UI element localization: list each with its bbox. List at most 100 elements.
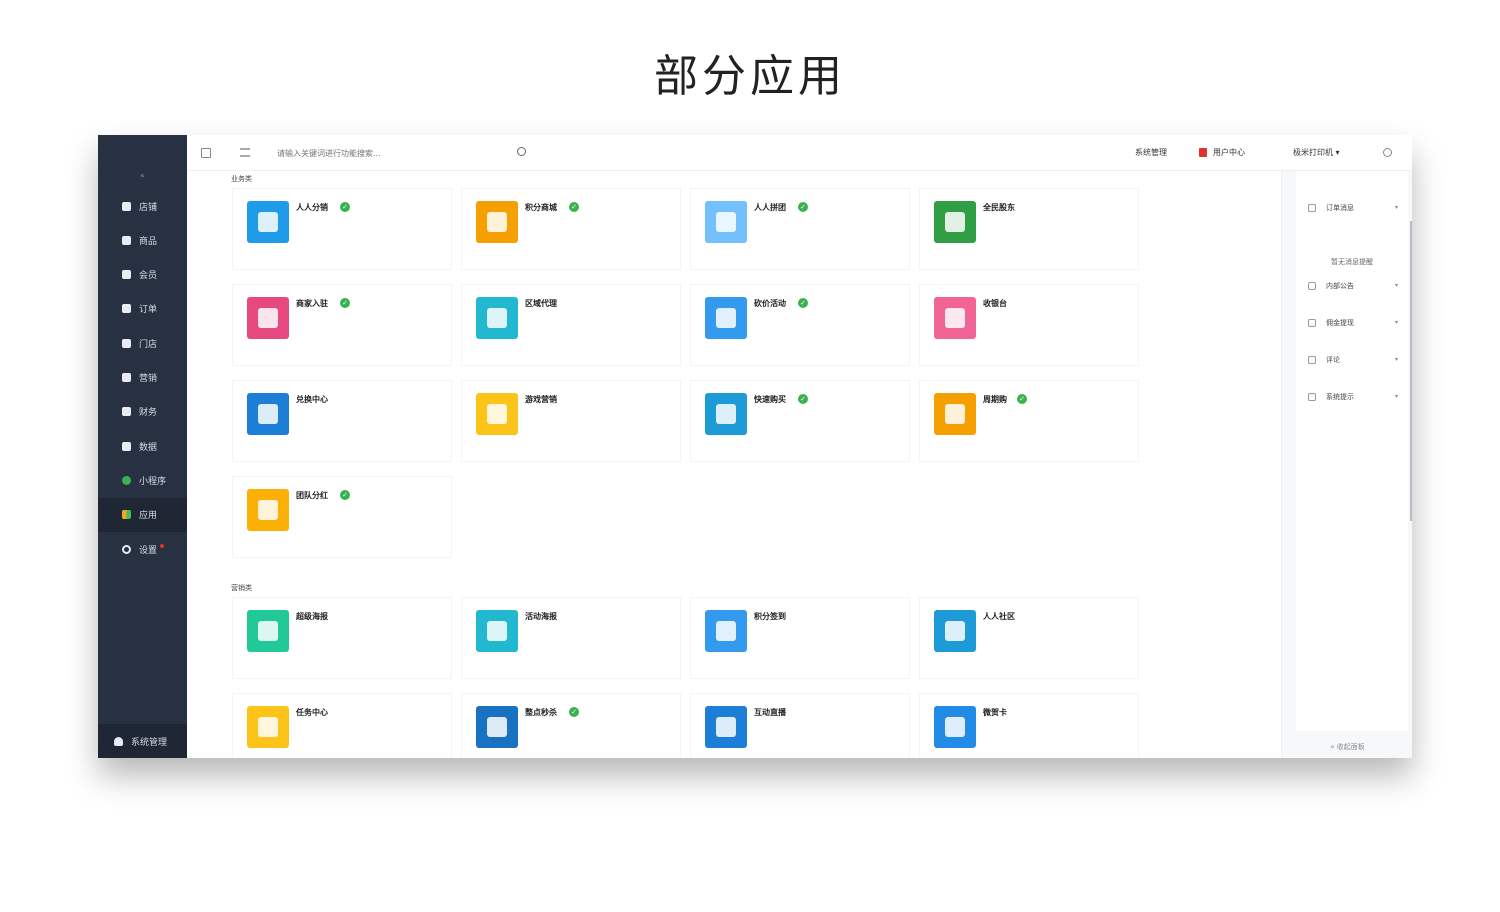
sidebar-collapse-button[interactable]: « bbox=[98, 171, 187, 180]
app-card[interactable]: 活动海报 bbox=[461, 597, 681, 679]
app-name: 游戏营销 bbox=[525, 395, 557, 404]
app-card[interactable]: 积分签到 bbox=[690, 597, 910, 679]
sidebar-footer-label: 系统管理 bbox=[131, 737, 168, 748]
app-icon bbox=[247, 706, 289, 748]
app-icon bbox=[476, 297, 518, 339]
marketing-icon bbox=[122, 373, 131, 382]
sidebar-item-label: 小程序 bbox=[139, 476, 167, 487]
app-card[interactable]: 人人分销 ✓ bbox=[232, 188, 452, 270]
check-icon: ✓ bbox=[340, 298, 350, 308]
sidebar-item-label: 门店 bbox=[139, 339, 158, 350]
collapse-panel-button[interactable]: » 收起面板 bbox=[1282, 742, 1412, 752]
app-card[interactable]: 全民股东 bbox=[919, 188, 1139, 270]
finance-icon bbox=[122, 407, 131, 417]
app-name: 任务中心 bbox=[296, 708, 328, 717]
app-card[interactable]: 微贺卡 bbox=[919, 693, 1139, 758]
app-icon bbox=[934, 610, 976, 652]
app-card[interactable]: 团队分红 ✓ bbox=[232, 476, 452, 558]
app-card[interactable]: 区域代理 bbox=[461, 284, 681, 366]
chevron-down-icon: ▾ bbox=[1394, 319, 1398, 326]
check-icon: ✓ bbox=[798, 202, 808, 212]
search-icon[interactable] bbox=[517, 147, 526, 156]
app-name: 互动直播 bbox=[754, 708, 786, 717]
check-icon: ✓ bbox=[569, 202, 579, 212]
app-card[interactable]: 商家入驻 ✓ bbox=[232, 284, 452, 366]
panel-item-4[interactable]: 系统提示 ▾ bbox=[1296, 382, 1408, 412]
sidebar-item-10[interactable]: 设置 bbox=[98, 532, 187, 566]
sidebar-item-0[interactable]: 店铺 bbox=[98, 189, 187, 223]
chevron-down-icon: ▾ bbox=[1394, 356, 1398, 363]
comment-icon bbox=[1308, 356, 1316, 364]
sidebar-item-label: 财务 bbox=[139, 408, 158, 419]
group-label: 营销类 bbox=[231, 584, 252, 592]
app-card[interactable]: 互动直播 bbox=[690, 693, 910, 758]
app-icon bbox=[705, 297, 747, 339]
app-card[interactable]: 快速购买 ✓ bbox=[690, 380, 910, 462]
power-icon[interactable] bbox=[1383, 148, 1392, 157]
scrollbar[interactable] bbox=[1410, 221, 1412, 521]
user-center-link[interactable]: 用户中心 bbox=[1213, 147, 1245, 158]
app-card[interactable]: 游戏营销 bbox=[461, 380, 681, 462]
sidebar-item-6[interactable]: 财务 bbox=[98, 395, 187, 429]
app-name: 积分商城 bbox=[525, 203, 557, 212]
sidebar-item-label: 数据 bbox=[139, 442, 158, 453]
topbar: 系统管理 用户中心 极米打印机 ▾ bbox=[187, 135, 1412, 171]
app-card[interactable]: 积分商城 ✓ bbox=[461, 188, 681, 270]
sidebar-item-1[interactable]: 商品 bbox=[98, 223, 187, 257]
home-icon[interactable] bbox=[201, 148, 211, 158]
app-name: 微贺卡 bbox=[983, 708, 1007, 717]
apps-icon bbox=[122, 510, 131, 520]
panel-item-label: 评论 bbox=[1326, 356, 1340, 364]
app-name: 整点秒杀 bbox=[525, 708, 557, 717]
app-icon bbox=[476, 201, 518, 243]
sidebar-item-label: 应用 bbox=[139, 511, 158, 522]
app-card[interactable]: 人人拼团 ✓ bbox=[690, 188, 910, 270]
app-icon bbox=[247, 489, 289, 531]
data-icon bbox=[122, 441, 131, 451]
system-admin-link[interactable]: 系统管理 bbox=[1135, 147, 1167, 158]
sidebar-item-label: 商品 bbox=[139, 236, 158, 247]
search-input[interactable] bbox=[277, 146, 507, 160]
panel-item-0[interactable]: 订单消息 ▾ bbox=[1296, 193, 1408, 223]
chevron-down-icon: ▾ bbox=[1394, 393, 1398, 400]
sidebar-item-system-admin[interactable]: 系统管理 bbox=[98, 724, 187, 758]
check-icon: ✓ bbox=[569, 707, 579, 717]
panel-item-1[interactable]: 内部公告 ▾ bbox=[1296, 271, 1408, 301]
app-name: 人人拼团 bbox=[754, 203, 786, 212]
app-card[interactable]: 人人社区 bbox=[919, 597, 1139, 679]
app-card[interactable]: 超级海报 bbox=[232, 597, 452, 679]
app-name: 快速购买 bbox=[754, 395, 786, 404]
menu-icon[interactable] bbox=[240, 148, 250, 157]
sidebar-item-4[interactable]: 门店 bbox=[98, 326, 187, 360]
panel-item-3[interactable]: 评论 ▾ bbox=[1296, 345, 1408, 375]
app-card[interactable]: 任务中心 bbox=[232, 693, 452, 758]
sidebar-item-2[interactable]: 会员 bbox=[98, 258, 187, 292]
store-dropdown[interactable]: 极米打印机 ▾ bbox=[1293, 147, 1340, 158]
app-card[interactable]: 整点秒杀 ✓ bbox=[461, 693, 681, 758]
app-card[interactable]: 周期购 ✓ bbox=[919, 380, 1139, 462]
sidebar-item-label: 设置 bbox=[139, 545, 158, 556]
app-icon bbox=[476, 393, 518, 435]
check-icon: ✓ bbox=[798, 298, 808, 308]
order-icon bbox=[122, 304, 131, 314]
store-icon bbox=[122, 201, 131, 211]
panel-item-2[interactable]: 佣金提现 ▾ bbox=[1296, 308, 1408, 338]
sidebar-item-label: 会员 bbox=[139, 271, 158, 282]
sidebar-item-3[interactable]: 订单 bbox=[98, 292, 187, 326]
sidebar-item-5[interactable]: 营销 bbox=[98, 361, 187, 395]
sidebar-item-8[interactable]: 小程序 bbox=[98, 463, 187, 497]
app-name: 收银台 bbox=[983, 299, 1007, 308]
sidebar-item-7[interactable]: 数据 bbox=[98, 429, 187, 463]
app-icon bbox=[705, 706, 747, 748]
withdraw-icon bbox=[1308, 319, 1316, 327]
app-card[interactable]: 收银台 bbox=[919, 284, 1139, 366]
sidebar: « 店铺商品会员订单门店营销财务数据小程序应用设置 系统管理 bbox=[98, 135, 187, 758]
app-icon bbox=[705, 610, 747, 652]
app-icon bbox=[476, 706, 518, 748]
app-card[interactable]: 兑换中心 bbox=[232, 380, 452, 462]
sidebar-item-9[interactable]: 应用 bbox=[98, 497, 187, 532]
user-center-icon bbox=[1199, 148, 1207, 157]
app-icon bbox=[934, 297, 976, 339]
settings-icon bbox=[122, 544, 131, 554]
app-card[interactable]: 砍价活动 ✓ bbox=[690, 284, 910, 366]
